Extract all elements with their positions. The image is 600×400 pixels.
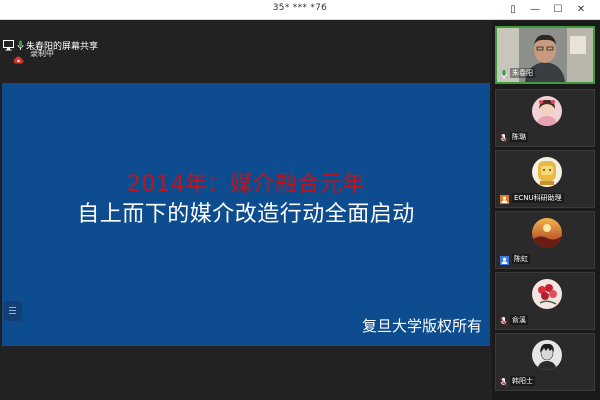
participant-tile-3[interactable]: 陈虹: [495, 211, 595, 269]
participant-name: 韩阳士: [510, 376, 535, 386]
participant-avatar: [532, 157, 562, 187]
slide-copyright: 复旦大学版权所有: [361, 317, 482, 335]
participant-name: ECNU科研助理: [512, 193, 564, 203]
participant-tile-1[interactable]: 陈璐: [495, 89, 595, 147]
participant-name-row: 韩阳士: [500, 375, 535, 387]
minimize-button[interactable]: —: [527, 2, 543, 18]
top-bar: [0, 21, 492, 83]
participant-name: 陈虹: [512, 254, 530, 264]
maximize-button[interactable]: ☐: [550, 2, 566, 18]
microphone-muted-icon: [500, 311, 507, 330]
user-icon: [500, 250, 509, 269]
microphone-active-icon: [501, 64, 507, 83]
bottom-bar: [0, 346, 492, 400]
title-bar: 35* *** *76 ▯ — ☐ ✕: [0, 0, 600, 20]
participant-avatar: [532, 340, 562, 370]
participant-tile-0[interactable]: 朱春阳: [495, 26, 595, 84]
participant-tile-4[interactable]: 俞溪: [495, 272, 595, 330]
participants-panel: 朱春阳 陈璐 ECNU科研助理 陈虹 俞溪 韩阳士: [492, 21, 600, 400]
slide-subheading: 自上而下的媒介改造行动全面启动: [77, 202, 415, 227]
screen-share-icon: [3, 36, 15, 55]
microphone-muted-icon: [500, 128, 507, 147]
close-button[interactable]: ✕: [573, 2, 589, 18]
screen-share-indicator[interactable]: 朱春阳的屏幕共享: [3, 38, 98, 52]
participant-avatar: [532, 279, 562, 309]
participant-name-row: 俞溪: [500, 314, 528, 326]
participant-name-row: 陈虹: [500, 253, 530, 265]
microphone-icon: [17, 36, 24, 55]
participant-tile-5[interactable]: 韩阳士: [495, 333, 595, 391]
participant-name: 朱春阳: [510, 68, 535, 78]
tile-window-button[interactable]: ▯: [505, 2, 521, 18]
participant-name: 陈璐: [510, 132, 528, 142]
participant-avatar: [532, 96, 562, 126]
slide-pages-icon[interactable]: [4, 301, 22, 321]
participant-name-row: ECNU科研助理: [500, 192, 564, 204]
participant-name-row: 朱春阳: [501, 67, 535, 79]
meeting-window: 35* *** *76 ▯ — ☐ ✕ 录制中 2014年：媒介融合元年 自上而…: [0, 0, 600, 400]
screen-share-label: 朱春阳的屏幕共享: [26, 41, 99, 52]
shared-slide: 2014年：媒介融合元年 自上而下的媒介改造行动全面启动 复旦大学版权所有: [2, 83, 490, 346]
user-icon: [500, 189, 509, 208]
microphone-muted-icon: [500, 372, 507, 391]
participant-tile-2[interactable]: ECNU科研助理: [495, 150, 595, 208]
slide-heading: 2014年：媒介融合元年: [127, 172, 365, 197]
participant-name-row: 陈璐: [500, 131, 528, 143]
participant-name: 俞溪: [510, 315, 528, 325]
participant-avatar: [532, 218, 562, 248]
